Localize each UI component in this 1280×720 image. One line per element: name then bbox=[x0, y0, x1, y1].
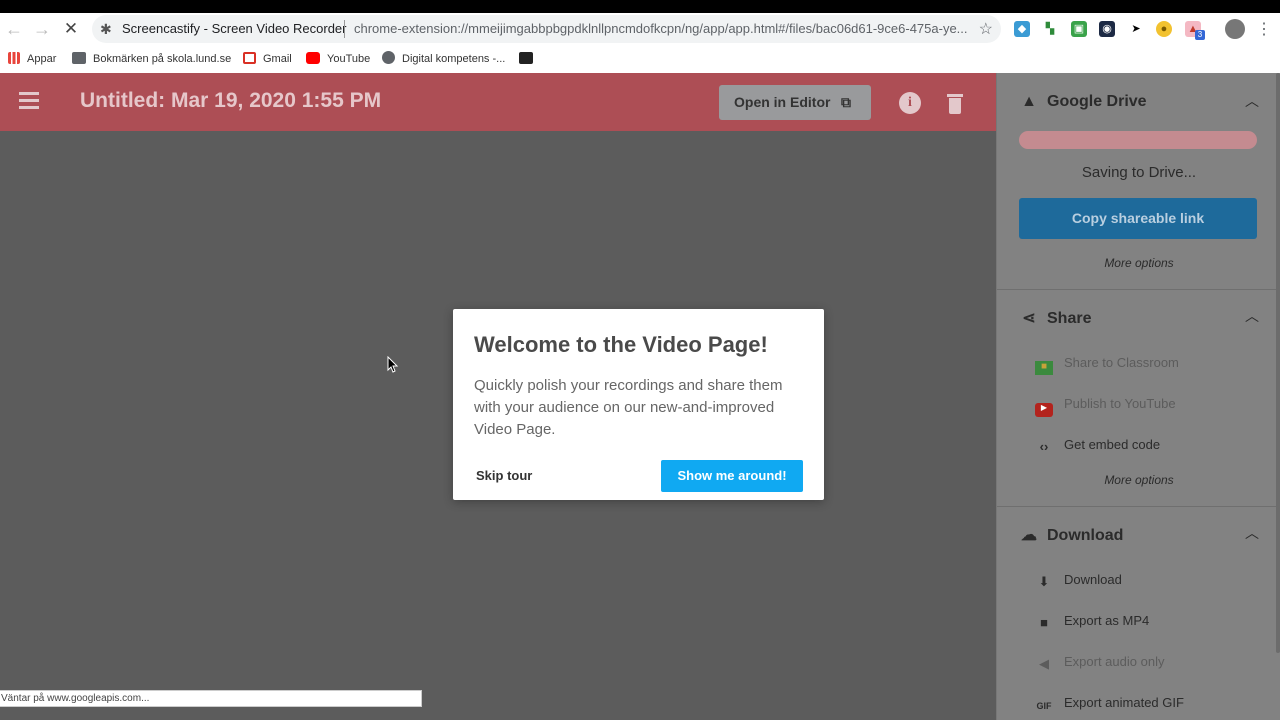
open-in-editor-label: Open in Editor bbox=[734, 94, 831, 110]
puzzle-piece-icon: ✱ bbox=[100, 21, 112, 37]
google-drive-icon: ▲ bbox=[1021, 93, 1037, 110]
cloud-download-icon: ☁ bbox=[1021, 527, 1037, 544]
share-more-options[interactable]: More options bbox=[997, 473, 1280, 487]
export-mp4-label: Export as MP4 bbox=[1064, 613, 1150, 628]
share-to-classroom[interactable]: ■ Share to Classroom bbox=[1035, 355, 1179, 375]
bookmark-label: Bokmärken på skola.lund.se bbox=[93, 53, 232, 65]
apps-grid-icon bbox=[8, 52, 20, 64]
omnibox[interactable]: ✱ Screencastify - Screen Video Recorder … bbox=[92, 15, 1001, 43]
drive-section-header[interactable]: ▲ Google Drive bbox=[1019, 93, 1147, 111]
screencastify-app: Untitled: Mar 19, 2020 1:55 PM Open in E… bbox=[0, 73, 1280, 720]
bookmark-digital-kompetens[interactable]: Digital kompetens -... bbox=[382, 50, 505, 68]
extension-icon-4[interactable]: ◉ bbox=[1099, 21, 1115, 37]
skip-tour-button[interactable]: Skip tour bbox=[476, 464, 532, 487]
bookmark-youtube[interactable]: YouTube bbox=[306, 50, 370, 68]
video-camera-icon: ■ bbox=[1040, 615, 1048, 630]
section-divider bbox=[997, 289, 1280, 290]
export-mp4-item[interactable]: ■ Export as MP4 bbox=[1035, 613, 1150, 630]
get-embed-code-label: Get embed code bbox=[1064, 437, 1161, 452]
drive-title: Google Drive bbox=[1047, 93, 1147, 110]
forward-arrow-icon[interactable]: → bbox=[31, 18, 53, 40]
welcome-dialog: Welcome to the Video Page! Quickly polis… bbox=[453, 309, 824, 500]
folder-icon bbox=[72, 52, 86, 64]
open-in-editor-button[interactable]: Open in Editor ⧉ bbox=[719, 85, 871, 120]
video-title[interactable]: Untitled: Mar 19, 2020 1:55 PM bbox=[80, 89, 381, 113]
download-section-header[interactable]: ☁ Download bbox=[1019, 525, 1123, 545]
bookmark-label: Digital kompetens -... bbox=[402, 53, 506, 65]
bookmark-label: YouTube bbox=[327, 53, 371, 65]
right-panel: ▲ Google Drive ︿ Saving to Drive... Copy … bbox=[996, 73, 1280, 720]
external-link-icon: ⧉ bbox=[841, 94, 851, 110]
youtube-icon bbox=[306, 52, 320, 64]
share-title: Share bbox=[1047, 310, 1092, 327]
youtube-icon: ▶ bbox=[1035, 403, 1053, 417]
browser-window: ← → ✕ ✱ Screencastify - Screen Video Rec… bbox=[0, 13, 1280, 720]
saving-status: Saving to Drive... bbox=[1081, 164, 1197, 181]
bookmark-generic-icon bbox=[519, 52, 533, 64]
classroom-icon: ■ bbox=[1035, 361, 1053, 375]
bookmark-gmail[interactable]: Gmail bbox=[243, 50, 292, 68]
share-to-classroom-label: Share to Classroom bbox=[1064, 355, 1179, 370]
extension-icon-3[interactable]: ▣ bbox=[1071, 21, 1087, 37]
publish-to-youtube[interactable]: ▶ Publish to YouTube bbox=[1035, 396, 1176, 417]
trash-icon[interactable] bbox=[947, 92, 963, 114]
gif-icon: GIF bbox=[1036, 701, 1052, 711]
welcome-dialog-title: Welcome to the Video Page! bbox=[474, 332, 768, 357]
address-bar-row: ← → ✕ ✱ Screencastify - Screen Video Rec… bbox=[0, 13, 1280, 45]
get-embed-code[interactable]: ‹› Get embed code bbox=[1035, 437, 1161, 454]
cursor-extension-icon[interactable]: ➤ bbox=[1128, 21, 1144, 37]
back-arrow-icon[interactable]: ← bbox=[3, 18, 25, 40]
export-gif-item[interactable]: GIF Export animated GIF bbox=[1035, 695, 1184, 715]
share-icon: ⋖ bbox=[1022, 310, 1036, 327]
globe-icon bbox=[382, 51, 395, 64]
download-item[interactable]: ⬇ Download bbox=[1035, 572, 1122, 589]
show-me-around-button[interactable]: Show me around! bbox=[661, 460, 803, 492]
code-icon: ‹› bbox=[1039, 439, 1049, 454]
info-icon[interactable]: i bbox=[899, 92, 921, 114]
chevron-up-icon[interactable]: ︿ bbox=[1245, 306, 1259, 326]
download-icon: ⬇ bbox=[1038, 574, 1050, 589]
bookmark-appar[interactable]: Appar bbox=[8, 50, 56, 68]
section-divider bbox=[997, 506, 1280, 507]
upload-progress-bar bbox=[1019, 131, 1257, 149]
chevron-up-icon[interactable]: ︿ bbox=[1245, 91, 1259, 111]
menu-hamburger-icon[interactable] bbox=[19, 92, 39, 109]
bookmark-folder-skola[interactable]: Bokmärken på skola.lund.se bbox=[72, 50, 231, 68]
panel-scrollbar[interactable] bbox=[1276, 73, 1280, 653]
page-title-chip: Screencastify - Screen Video Recorder bbox=[122, 21, 347, 36]
export-audio-label: Export audio only bbox=[1064, 654, 1165, 669]
gmail-icon bbox=[243, 52, 256, 64]
copy-shareable-link-button[interactable]: Copy shareable link bbox=[1019, 198, 1257, 239]
drive-more-options[interactable]: More options bbox=[997, 256, 1280, 270]
bookmarks-bar: Appar Bokmärken på skola.lund.se Gmail Y… bbox=[0, 45, 1280, 73]
browser-status-bar: Väntar på www.googleapis.com... bbox=[0, 690, 422, 707]
mouse-pointer-icon bbox=[387, 356, 399, 373]
omnibox-separator bbox=[344, 20, 345, 38]
share-section-header[interactable]: ⋖ Share bbox=[1019, 308, 1091, 328]
screen-top-edge bbox=[0, 0, 1280, 13]
chevron-up-icon[interactable]: ︿ bbox=[1245, 523, 1259, 543]
extension-badge: 3 bbox=[1195, 30, 1205, 40]
welcome-dialog-body: Quickly polish your recordings and share… bbox=[474, 377, 783, 438]
url-text[interactable]: chrome-extension://mmeijimgabbpbgpdklnll… bbox=[354, 21, 969, 37]
bookmark-star-icon[interactable]: ☆ bbox=[979, 19, 993, 39]
browser-menu-icon[interactable]: ⋮ bbox=[1256, 19, 1272, 39]
bookmark-label: Appar bbox=[27, 53, 57, 65]
speaker-icon: ◀ bbox=[1039, 656, 1049, 671]
bookmark-extra[interactable] bbox=[519, 50, 540, 68]
stop-loading-icon[interactable]: ✕ bbox=[60, 18, 82, 40]
export-audio-item[interactable]: ◀ Export audio only bbox=[1035, 654, 1165, 671]
bookmark-label: Gmail bbox=[263, 53, 292, 65]
extension-icon-1[interactable]: ◆ bbox=[1014, 21, 1030, 37]
profile-avatar[interactable] bbox=[1225, 19, 1245, 39]
download-label: Download bbox=[1064, 572, 1122, 587]
video-header: Untitled: Mar 19, 2020 1:55 PM Open in E… bbox=[0, 73, 996, 131]
extension-icon-2[interactable]: ▚ bbox=[1042, 21, 1058, 37]
publish-to-youtube-label: Publish to YouTube bbox=[1064, 396, 1176, 411]
download-title: Download bbox=[1047, 527, 1124, 544]
export-gif-label: Export animated GIF bbox=[1064, 695, 1184, 710]
extension-icon-6[interactable]: ● bbox=[1156, 21, 1172, 37]
